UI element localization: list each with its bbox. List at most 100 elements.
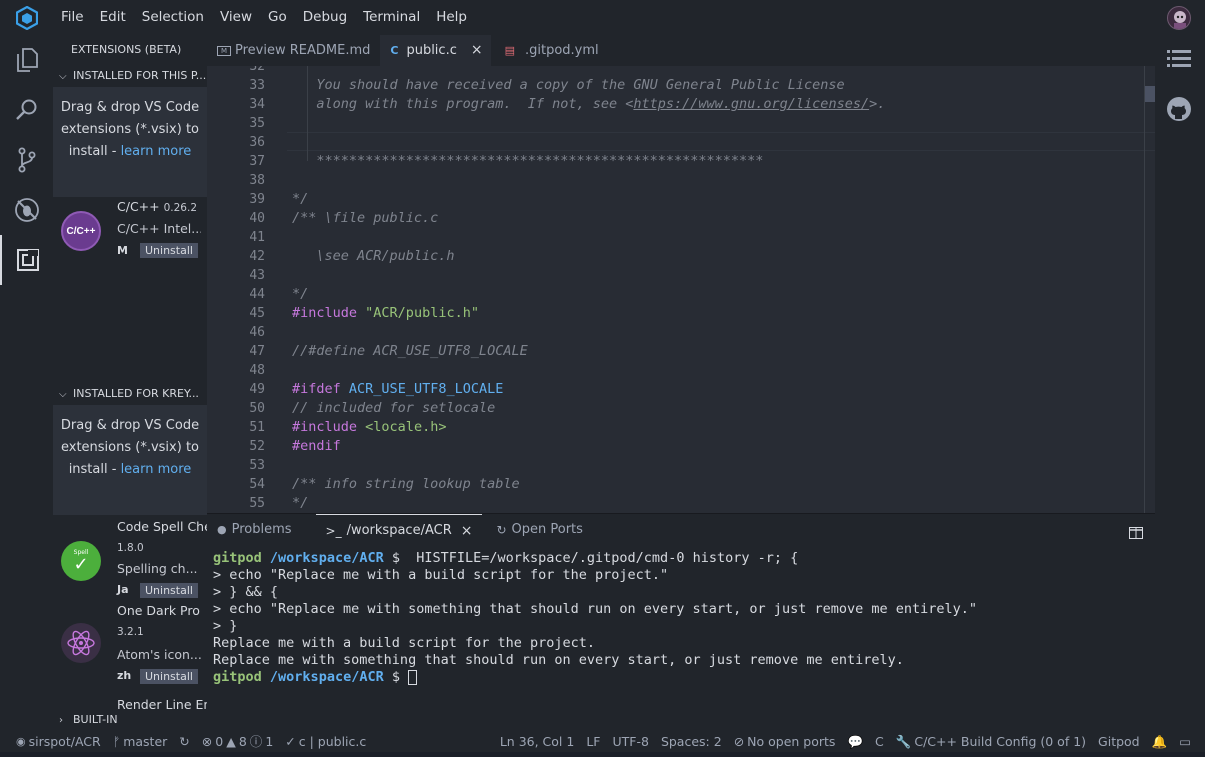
- section-built-in[interactable]: › BUILT-IN: [53, 709, 207, 731]
- maximize-icon[interactable]: ▭: [1173, 732, 1205, 752]
- menu-terminal[interactable]: Terminal: [355, 0, 428, 35]
- code-line: You should have received a copy of the G…: [292, 76, 1147, 95]
- explorer-icon[interactable]: [0, 35, 53, 85]
- extension-item-one-dark[interactable]: One Dark Pro 3.2.1 Atom's icon... zh Uni…: [53, 603, 207, 691]
- menu-help[interactable]: Help: [428, 0, 475, 35]
- section-installed-project[interactable]: ⌵ INSTALLED FOR THIS P...: [53, 65, 207, 87]
- bell-icon[interactable]: 🔔: [1146, 732, 1174, 752]
- terminal-line: > echo "Replace me with something that s…: [213, 601, 978, 617]
- code-text: /** \file public.c: [292, 210, 439, 226]
- code-string: "ACR/public.h": [365, 305, 479, 321]
- code-line: */: [292, 494, 1147, 513]
- source-control-icon[interactable]: [0, 135, 53, 185]
- terminal-output[interactable]: gitpod /workspace/ACR $ HISTFILE=/worksp…: [207, 546, 1155, 690]
- uninstall-button[interactable]: Uninstall: [140, 243, 198, 258]
- code-line: #endif: [292, 437, 1147, 456]
- yml-file-icon: ▤: [504, 44, 515, 57]
- tab-problems[interactable]: ● Problems: [207, 514, 302, 546]
- chevron-down-icon: ⌵: [59, 71, 67, 82]
- status-repo[interactable]: ◉ sirspot/ACR: [0, 732, 107, 752]
- search-icon[interactable]: [0, 85, 53, 135]
- close-icon[interactable]: ×: [471, 35, 483, 66]
- status-eol[interactable]: LF: [580, 732, 606, 752]
- line-number: 43: [249, 268, 265, 283]
- learn-more-link[interactable]: learn more: [121, 144, 192, 159]
- line-number: 39: [249, 192, 265, 207]
- menu-debug[interactable]: Debug: [295, 0, 355, 35]
- status-branch[interactable]: ᚠ master: [107, 732, 174, 752]
- debug-icon[interactable]: [0, 185, 53, 235]
- menu-go[interactable]: Go: [260, 0, 295, 35]
- line-number: 35: [249, 116, 265, 131]
- avatar[interactable]: [1167, 6, 1191, 30]
- drop-zone[interactable]: Drag & drop VS Code extensions (*.vsix) …: [53, 405, 207, 515]
- status-config[interactable]: 🔧 C/C++ Build Config (0 of 1): [890, 732, 1092, 752]
- terminal-line: > }: [213, 618, 238, 634]
- extension-description: C/C++ Intel...: [117, 221, 201, 236]
- line-number: 41: [249, 230, 265, 245]
- status-lang-path[interactable]: ✓ c | public.c: [279, 732, 372, 752]
- terminal-icon: >_: [325, 523, 342, 538]
- outline-icon[interactable]: [1167, 49, 1191, 73]
- status-encoding[interactable]: UTF-8: [606, 732, 654, 752]
- extension-publisher: Ja: [117, 583, 129, 596]
- editor-tabs: M Preview README.md C public.c × ▤ .gitp…: [207, 35, 1155, 66]
- uninstall-button[interactable]: Uninstall: [140, 669, 198, 684]
- status-ports[interactable]: ⊘ No open ports: [728, 732, 842, 752]
- code-line: #ifdef ACR_USE_UTF8_LOCALE: [292, 380, 1147, 399]
- extensions-icon[interactable]: [0, 235, 53, 285]
- scrollbar-thumb[interactable]: [1145, 86, 1155, 102]
- chat-icon[interactable]: 💬: [841, 732, 869, 752]
- close-icon[interactable]: ×: [461, 515, 473, 547]
- gitpod-logo-icon[interactable]: [0, 0, 53, 35]
- line-number: 34: [249, 97, 265, 112]
- status-brand[interactable]: Gitpod: [1092, 732, 1146, 752]
- tab-terminal[interactable]: >_ /workspace/ACR ×: [315, 514, 483, 547]
- menu-edit[interactable]: Edit: [92, 0, 134, 35]
- tab-open-ports[interactable]: ↻ Open Ports: [486, 514, 592, 546]
- extension-item-cpp[interactable]: C/C++ C/C++ 0.26.2 C/C++ Intel... M Unin…: [53, 197, 207, 285]
- split-panel-icon[interactable]: [1129, 524, 1143, 543]
- status-spaces[interactable]: Spaces: 2: [655, 732, 728, 752]
- line-number: 54: [249, 477, 265, 492]
- info-icon: ⓘ: [249, 734, 263, 749]
- tab-gitpod-yml[interactable]: ▤ .gitpod.yml: [491, 35, 609, 66]
- window-bottom-edge: [0, 752, 1205, 757]
- status-problems[interactable]: ⊗ 0 ▲ 8 ⓘ 1: [196, 732, 279, 752]
- section-installed-user[interactable]: ⌵ INSTALLED FOR KREY...: [53, 383, 207, 405]
- code-line: /** \file public.c: [292, 209, 1147, 228]
- right-activity-bar: [1155, 35, 1205, 732]
- cpp-extension-icon: C/C++: [61, 211, 101, 251]
- learn-more-link[interactable]: learn more: [121, 462, 192, 477]
- sync-icon[interactable]: ↻: [173, 732, 195, 752]
- code-macro: ACR_USE_UTF8_LOCALE: [348, 381, 504, 397]
- drop-zone[interactable]: Drag & drop VS Code extensions (*.vsix) …: [53, 87, 207, 197]
- menubar: File Edit Selection View Go Debug Termin…: [0, 0, 1205, 35]
- code-line: //#define ACR_USE_UTF8_LOCALE: [292, 342, 1147, 361]
- terminal-line: > } && {: [213, 584, 279, 600]
- extension-version: 3.2.1: [117, 626, 144, 638]
- github-icon[interactable]: [1166, 96, 1192, 126]
- status-language[interactable]: C: [869, 732, 890, 752]
- terminal-prompt: gitpod /workspace/ACR $: [213, 669, 1149, 686]
- code-link[interactable]: https://www.gnu.org/licenses/: [633, 96, 869, 112]
- bottom-panel: ● Problems >_ /workspace/ACR × ↻ Open Po…: [207, 513, 1155, 732]
- tab-label: Open Ports: [511, 522, 583, 537]
- line-number: 50: [249, 401, 265, 416]
- vertical-ruler: [1144, 66, 1145, 513]
- code-text: #include: [292, 305, 358, 321]
- menu-file[interactable]: File: [53, 0, 92, 35]
- menu-view[interactable]: View: [212, 0, 260, 35]
- uninstall-button[interactable]: Uninstall: [140, 583, 198, 598]
- tab-preview-readme[interactable]: M Preview README.md: [207, 35, 380, 66]
- code-editor[interactable]: 32 33 34 35 36 37 38 39 40 41 42 43 44 45 46 47 48 49 50 51…: [207, 66, 1155, 513]
- code-line: #include <locale.h>: [292, 418, 1147, 437]
- status-position[interactable]: Ln 36, Col 1: [494, 732, 581, 752]
- tab-public-c[interactable]: C public.c ×: [380, 35, 491, 66]
- extension-item-spell[interactable]: Spell ✓ Code Spell Che 1.8.0 Spelling ch…: [53, 515, 207, 603]
- menu-selection[interactable]: Selection: [134, 0, 212, 35]
- code-text: */: [292, 191, 309, 207]
